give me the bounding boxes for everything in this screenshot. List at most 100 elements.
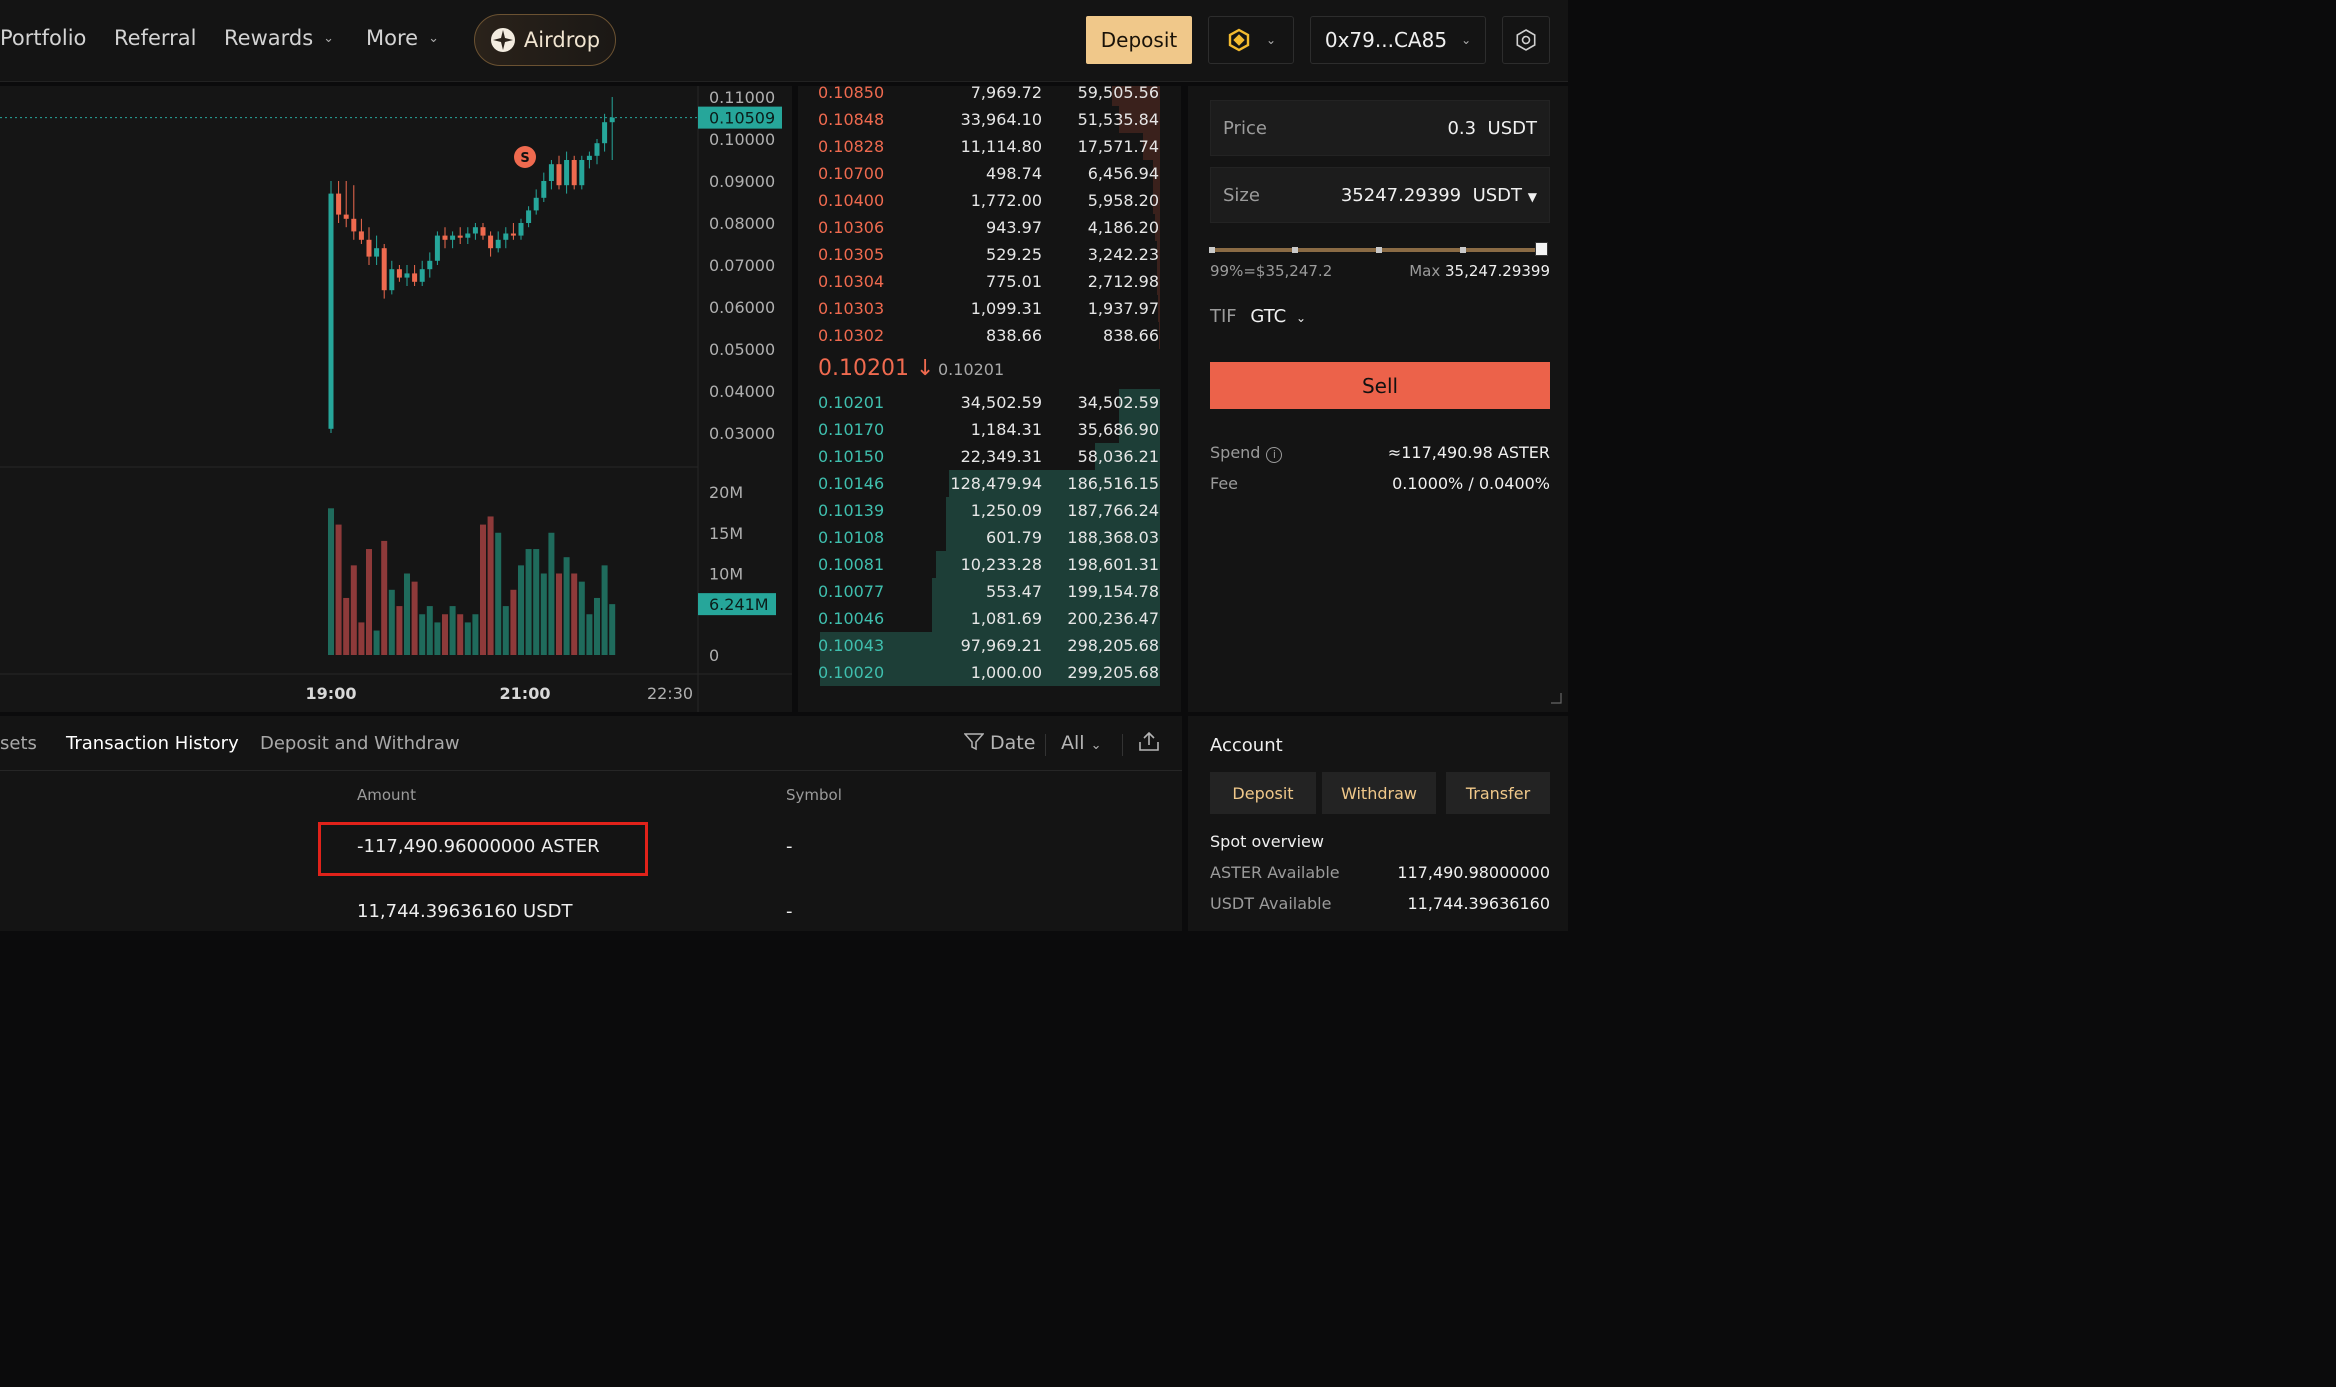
info-icon[interactable]: i bbox=[1266, 447, 1283, 463]
candle-body[interactable] bbox=[465, 233, 471, 238]
ask-row[interactable]: 0.10302 838.66 838.66 bbox=[798, 322, 1181, 349]
deposit-button[interactable]: Deposit bbox=[1086, 16, 1192, 64]
candle-body[interactable] bbox=[442, 235, 448, 240]
volume-bar[interactable] bbox=[502, 606, 509, 655]
bid-row[interactable]: 0.10108 601.79 188,368.03 bbox=[798, 524, 1181, 551]
candlestick-chart[interactable]: 0.11000 0.10000 0.09000 0.08000 0.07000 0.060… bbox=[0, 86, 792, 712]
candle-body[interactable] bbox=[374, 248, 380, 257]
volume-bar[interactable] bbox=[442, 614, 448, 655]
bid-row[interactable]: 0.10077 553.47 199,154.78 bbox=[798, 578, 1181, 605]
candle-body[interactable] bbox=[389, 269, 395, 291]
size-input[interactable]: Size 35247.29399 USDT ▼ bbox=[1210, 167, 1550, 223]
volume-bar[interactable] bbox=[563, 557, 570, 655]
bid-row[interactable]: 0.10046 1,081.69 200,236.47 bbox=[798, 605, 1181, 632]
nav-rewards[interactable]: Rewards ⌄ bbox=[224, 26, 334, 50]
wallet-button[interactable]: 0x79...CA85 ⌄ bbox=[1310, 16, 1486, 64]
tif-value[interactable]: GTC bbox=[1250, 306, 1286, 327]
volume-bar[interactable] bbox=[533, 549, 540, 655]
bid-row[interactable]: 0.10139 1,250.09 187,766.24 bbox=[798, 497, 1181, 524]
volume-bar[interactable] bbox=[571, 573, 578, 656]
account-withdraw-button[interactable]: Withdraw bbox=[1322, 772, 1436, 814]
bid-row[interactable]: 0.10043 97,969.21 298,205.68 bbox=[798, 632, 1181, 659]
ask-row[interactable]: 0.10850 7,969.72 59,505.56 bbox=[798, 86, 1181, 106]
candle-body[interactable] bbox=[396, 269, 402, 278]
nav-more[interactable]: More ⌄ bbox=[366, 26, 439, 50]
export-button[interactable] bbox=[1138, 731, 1160, 757]
volume-bar[interactable] bbox=[480, 524, 486, 655]
candle-body[interactable] bbox=[579, 160, 585, 186]
candle-body[interactable] bbox=[480, 227, 486, 236]
candle-body[interactable] bbox=[412, 273, 418, 282]
volume-bar[interactable] bbox=[335, 524, 342, 655]
candle-body[interactable] bbox=[518, 223, 524, 236]
candle-body[interactable] bbox=[571, 160, 577, 186]
candle-body[interactable] bbox=[602, 122, 608, 144]
volume-bar[interactable] bbox=[350, 565, 357, 655]
slider-step-dot[interactable] bbox=[1376, 247, 1382, 253]
volume-bar[interactable] bbox=[487, 516, 494, 655]
volume-bar[interactable] bbox=[472, 614, 479, 655]
sell-button[interactable]: Sell bbox=[1210, 362, 1550, 409]
volume-bar[interactable] bbox=[366, 549, 372, 655]
slider-step-dot[interactable] bbox=[1209, 247, 1215, 253]
tif-selector[interactable]: TIF GTC ⌄ bbox=[1210, 306, 1306, 327]
candle-body[interactable] bbox=[336, 193, 342, 215]
resize-handle-icon[interactable] bbox=[1550, 692, 1562, 704]
type-filter-dropdown[interactable]: All ⌄ bbox=[1061, 732, 1101, 754]
candle-body[interactable] bbox=[358, 231, 364, 240]
candle-body[interactable] bbox=[541, 181, 547, 198]
volume-bar[interactable] bbox=[404, 573, 410, 656]
bid-row[interactable]: 0.10081 10,233.28 198,601.31 bbox=[798, 551, 1181, 578]
bid-row[interactable]: 0.10146 128,479.94 186,516.15 bbox=[798, 470, 1181, 497]
account-deposit-button[interactable]: Deposit bbox=[1210, 772, 1316, 814]
candle-body[interactable] bbox=[503, 233, 509, 240]
volume-bar[interactable] bbox=[525, 549, 532, 655]
settings-button[interactable] bbox=[1502, 16, 1550, 64]
volume-bar[interactable] bbox=[358, 622, 365, 655]
volume-bar[interactable] bbox=[510, 589, 517, 655]
candle-body[interactable] bbox=[434, 235, 440, 261]
candle-body[interactable] bbox=[526, 210, 532, 223]
volume-bar[interactable] bbox=[434, 622, 441, 655]
ask-row[interactable]: 0.10700 498.74 6,456.94 bbox=[798, 160, 1181, 187]
ask-row[interactable]: 0.10306 943.97 4,186.20 bbox=[798, 214, 1181, 241]
candle-body[interactable] bbox=[586, 155, 592, 160]
tab-deposit-withdraw[interactable]: Deposit and Withdraw bbox=[260, 733, 460, 754]
slider-step-dot[interactable] bbox=[1460, 247, 1466, 253]
candle-body[interactable] bbox=[564, 160, 570, 186]
candle-body[interactable] bbox=[533, 197, 539, 211]
volume-bar[interactable] bbox=[328, 508, 334, 655]
price-input[interactable]: Price 0.3 USDT bbox=[1210, 100, 1550, 156]
slider-step-dot[interactable] bbox=[1292, 247, 1298, 253]
bid-row[interactable]: 0.10170 1,184.31 35,686.90 bbox=[798, 416, 1181, 443]
candle-body[interactable] bbox=[328, 193, 334, 429]
candle-body[interactable] bbox=[343, 214, 349, 219]
ask-row[interactable]: 0.10303 1,099.31 1,937.97 bbox=[798, 295, 1181, 322]
date-filter-button[interactable]: Date bbox=[963, 732, 1035, 754]
volume-bar[interactable] bbox=[426, 606, 433, 655]
candle-body[interactable] bbox=[609, 117, 615, 123]
slider-handle[interactable] bbox=[1535, 242, 1548, 256]
price-chart-panel[interactable]: 0.11000 0.10000 0.09000 0.08000 0.07000 0.060… bbox=[0, 86, 792, 712]
volume-bar[interactable] bbox=[556, 573, 562, 656]
volume-bar[interactable] bbox=[464, 622, 471, 655]
volume-bar[interactable] bbox=[343, 597, 350, 655]
candle-body[interactable] bbox=[488, 235, 494, 249]
bid-row[interactable]: 0.10020 1,000.00 299,205.68 bbox=[798, 659, 1181, 686]
account-transfer-button[interactable]: Transfer bbox=[1446, 772, 1550, 814]
volume-bar[interactable] bbox=[373, 630, 380, 655]
volume-bar[interactable] bbox=[495, 532, 502, 655]
candle-body[interactable] bbox=[510, 233, 516, 236]
volume-bar[interactable] bbox=[381, 540, 388, 655]
ask-row[interactable]: 0.10848 33,964.10 51,535.84 bbox=[798, 106, 1181, 133]
chain-selector[interactable]: ⌄ bbox=[1208, 16, 1294, 64]
volume-bar[interactable] bbox=[586, 614, 593, 655]
nav-referral[interactable]: Referral bbox=[114, 26, 196, 50]
bid-row[interactable]: 0.10150 22,349.31 58,036.21 bbox=[798, 443, 1181, 470]
candle-body[interactable] bbox=[381, 248, 387, 291]
volume-bar[interactable] bbox=[594, 597, 600, 655]
volume-bar[interactable] bbox=[548, 532, 555, 655]
nav-portfolio[interactable]: Portfolio bbox=[0, 26, 86, 50]
volume-bar[interactable] bbox=[609, 604, 616, 655]
ask-row[interactable]: 0.10828 11,114.80 17,571.74 bbox=[798, 133, 1181, 160]
